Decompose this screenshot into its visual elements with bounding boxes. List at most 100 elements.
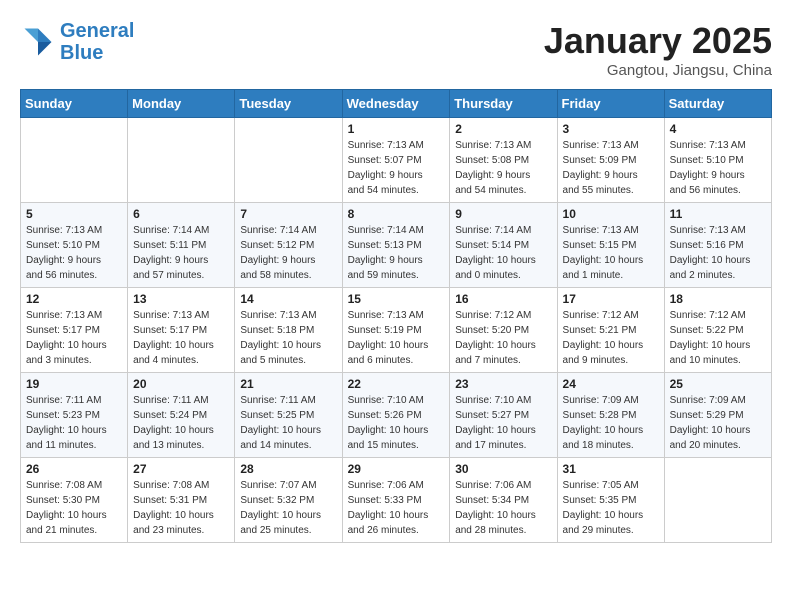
day-number: 10 <box>563 207 659 221</box>
calendar-cell: 27 Sunrise: 7:08 AM Sunset: 5:31 PM Dayli… <box>128 458 235 543</box>
weekday-header-monday: Monday <box>128 90 235 118</box>
weekday-header-saturday: Saturday <box>664 90 771 118</box>
calendar-table: SundayMondayTuesdayWednesdayThursdayFrid… <box>20 89 772 543</box>
day-info: Sunrise: 7:13 AM Sunset: 5:18 PM Dayligh… <box>240 308 336 368</box>
day-info: Sunrise: 7:13 AM Sunset: 5:07 PM Dayligh… <box>348 138 445 198</box>
day-info: Sunrise: 7:08 AM Sunset: 5:31 PM Dayligh… <box>133 478 229 538</box>
day-info: Sunrise: 7:12 AM Sunset: 5:21 PM Dayligh… <box>563 308 659 368</box>
page-header: General Blue January 2025 Gangtou, Jiang… <box>20 20 772 79</box>
calendar-cell <box>235 118 342 203</box>
week-row-1: 1 Sunrise: 7:13 AM Sunset: 5:07 PM Daylig… <box>21 118 772 203</box>
calendar-cell: 28Sunrise: 7:07 AM Sunset: 5:32 PM Dayli… <box>235 458 342 543</box>
calendar-cell: 24 Sunrise: 7:09 AM Sunset: 5:28 PM Dayli… <box>557 373 664 458</box>
day-number: 19 <box>26 377 122 391</box>
day-number: 11 <box>670 207 766 221</box>
day-number: 8 <box>348 207 445 221</box>
week-row-3: 12Sunrise: 7:13 AM Sunset: 5:17 PM Dayli… <box>21 288 772 373</box>
calendar-cell: 23 Sunrise: 7:10 AM Sunset: 5:27 PM Dayli… <box>450 373 557 458</box>
day-number: 31 <box>563 462 659 476</box>
calendar-cell: 19 Sunrise: 7:11 AM Sunset: 5:23 PM Dayli… <box>21 373 128 458</box>
day-number: 15 <box>348 292 445 306</box>
calendar-cell: 1 Sunrise: 7:13 AM Sunset: 5:07 PM Daylig… <box>342 118 450 203</box>
day-number: 23 <box>455 377 551 391</box>
calendar-cell: 10 Sunrise: 7:13 AM Sunset: 5:15 PM Dayli… <box>557 203 664 288</box>
calendar-cell: 29Sunrise: 7:06 AM Sunset: 5:33 PM Dayli… <box>342 458 450 543</box>
day-info: Sunrise: 7:14 AM Sunset: 5:11 PM Dayligh… <box>133 223 229 283</box>
day-number: 24 <box>563 377 659 391</box>
day-info: Sunrise: 7:13 AM Sunset: 5:16 PM Dayligh… <box>670 223 766 283</box>
calendar-cell: 22 Sunrise: 7:10 AM Sunset: 5:26 PM Dayli… <box>342 373 450 458</box>
day-info: Sunrise: 7:14 AM Sunset: 5:13 PM Dayligh… <box>348 223 445 283</box>
calendar-cell <box>664 458 771 543</box>
day-info: Sunrise: 7:13 AM Sunset: 5:19 PM Dayligh… <box>348 308 445 368</box>
calendar-cell: 14 Sunrise: 7:13 AM Sunset: 5:18 PM Dayli… <box>235 288 342 373</box>
day-info: Sunrise: 7:09 AM Sunset: 5:28 PM Dayligh… <box>563 393 659 453</box>
day-number: 1 <box>348 122 445 136</box>
day-number: 26 <box>26 462 122 476</box>
weekday-header-row: SundayMondayTuesdayWednesdayThursdayFrid… <box>21 90 772 118</box>
day-number: 20 <box>133 377 229 391</box>
location: Gangtou, Jiangsu, China <box>544 62 772 79</box>
day-info: Sunrise: 7:05 AM Sunset: 5:35 PM Dayligh… <box>563 478 659 538</box>
calendar-cell: 26 Sunrise: 7:08 AM Sunset: 5:30 PM Dayli… <box>21 458 128 543</box>
day-info: Sunrise: 7:13 AM Sunset: 5:17 PM Dayligh… <box>26 308 122 368</box>
day-number: 16 <box>455 292 551 306</box>
day-info: Sunrise: 7:13 AM Sunset: 5:15 PM Dayligh… <box>563 223 659 283</box>
day-info: Sunrise: 7:10 AM Sunset: 5:27 PM Dayligh… <box>455 393 551 453</box>
day-info: Sunrise: 7:12 AM Sunset: 5:20 PM Dayligh… <box>455 308 551 368</box>
logo: General Blue <box>20 20 134 64</box>
day-info: Sunrise: 7:13 AM Sunset: 5:10 PM Dayligh… <box>26 223 122 283</box>
calendar-cell: 5 Sunrise: 7:13 AM Sunset: 5:10 PM Daylig… <box>21 203 128 288</box>
day-number: 6 <box>133 207 229 221</box>
day-info: Sunrise: 7:11 AM Sunset: 5:25 PM Dayligh… <box>240 393 336 453</box>
calendar-cell: 9 Sunrise: 7:14 AM Sunset: 5:14 PM Daylig… <box>450 203 557 288</box>
weekday-header-tuesday: Tuesday <box>235 90 342 118</box>
week-row-4: 19 Sunrise: 7:11 AM Sunset: 5:23 PM Dayli… <box>21 373 772 458</box>
calendar-cell: 31 Sunrise: 7:05 AM Sunset: 5:35 PM Dayli… <box>557 458 664 543</box>
calendar-cell <box>21 118 128 203</box>
calendar-cell: 17Sunrise: 7:12 AM Sunset: 5:21 PM Dayli… <box>557 288 664 373</box>
day-number: 14 <box>240 292 336 306</box>
day-number: 9 <box>455 207 551 221</box>
day-number: 13 <box>133 292 229 306</box>
day-number: 5 <box>26 207 122 221</box>
day-number: 3 <box>563 122 659 136</box>
day-number: 29 <box>348 462 445 476</box>
weekday-header-wednesday: Wednesday <box>342 90 450 118</box>
calendar-cell: 4Sunrise: 7:13 AM Sunset: 5:10 PM Daylig… <box>664 118 771 203</box>
day-info: Sunrise: 7:13 AM Sunset: 5:09 PM Dayligh… <box>563 138 659 198</box>
day-info: Sunrise: 7:10 AM Sunset: 5:26 PM Dayligh… <box>348 393 445 453</box>
logo-icon <box>20 24 56 60</box>
calendar-cell: 13 Sunrise: 7:13 AM Sunset: 5:17 PM Dayli… <box>128 288 235 373</box>
day-info: Sunrise: 7:06 AM Sunset: 5:34 PM Dayligh… <box>455 478 551 538</box>
calendar-cell: 12Sunrise: 7:13 AM Sunset: 5:17 PM Dayli… <box>21 288 128 373</box>
day-number: 30 <box>455 462 551 476</box>
logo-text-blue: Blue <box>60 42 134 64</box>
calendar-cell: 11 Sunrise: 7:13 AM Sunset: 5:16 PM Dayli… <box>664 203 771 288</box>
calendar-cell: 2 Sunrise: 7:13 AM Sunset: 5:08 PM Daylig… <box>450 118 557 203</box>
day-info: Sunrise: 7:12 AM Sunset: 5:22 PM Dayligh… <box>670 308 766 368</box>
day-info: Sunrise: 7:13 AM Sunset: 5:08 PM Dayligh… <box>455 138 551 198</box>
calendar-cell: 8 Sunrise: 7:14 AM Sunset: 5:13 PM Daylig… <box>342 203 450 288</box>
day-number: 2 <box>455 122 551 136</box>
calendar-cell: 20Sunrise: 7:11 AM Sunset: 5:24 PM Dayli… <box>128 373 235 458</box>
day-info: Sunrise: 7:14 AM Sunset: 5:14 PM Dayligh… <box>455 223 551 283</box>
calendar-cell: 7Sunrise: 7:14 AM Sunset: 5:12 PM Daylig… <box>235 203 342 288</box>
day-info: Sunrise: 7:11 AM Sunset: 5:23 PM Dayligh… <box>26 393 122 453</box>
day-number: 22 <box>348 377 445 391</box>
day-number: 7 <box>240 207 336 221</box>
calendar-cell: 3 Sunrise: 7:13 AM Sunset: 5:09 PM Daylig… <box>557 118 664 203</box>
calendar-cell: 30 Sunrise: 7:06 AM Sunset: 5:34 PM Dayli… <box>450 458 557 543</box>
week-row-2: 5 Sunrise: 7:13 AM Sunset: 5:10 PM Daylig… <box>21 203 772 288</box>
day-number: 18 <box>670 292 766 306</box>
title-block: January 2025 Gangtou, Jiangsu, China <box>544 20 772 79</box>
calendar-cell: 25Sunrise: 7:09 AM Sunset: 5:29 PM Dayli… <box>664 373 771 458</box>
day-number: 27 <box>133 462 229 476</box>
day-info: Sunrise: 7:13 AM Sunset: 5:17 PM Dayligh… <box>133 308 229 368</box>
week-row-5: 26 Sunrise: 7:08 AM Sunset: 5:30 PM Dayli… <box>21 458 772 543</box>
day-info: Sunrise: 7:08 AM Sunset: 5:30 PM Dayligh… <box>26 478 122 538</box>
calendar-cell: 6 Sunrise: 7:14 AM Sunset: 5:11 PM Daylig… <box>128 203 235 288</box>
calendar-cell: 21Sunrise: 7:11 AM Sunset: 5:25 PM Dayli… <box>235 373 342 458</box>
calendar-cell <box>128 118 235 203</box>
calendar-cell: 15 Sunrise: 7:13 AM Sunset: 5:19 PM Dayli… <box>342 288 450 373</box>
